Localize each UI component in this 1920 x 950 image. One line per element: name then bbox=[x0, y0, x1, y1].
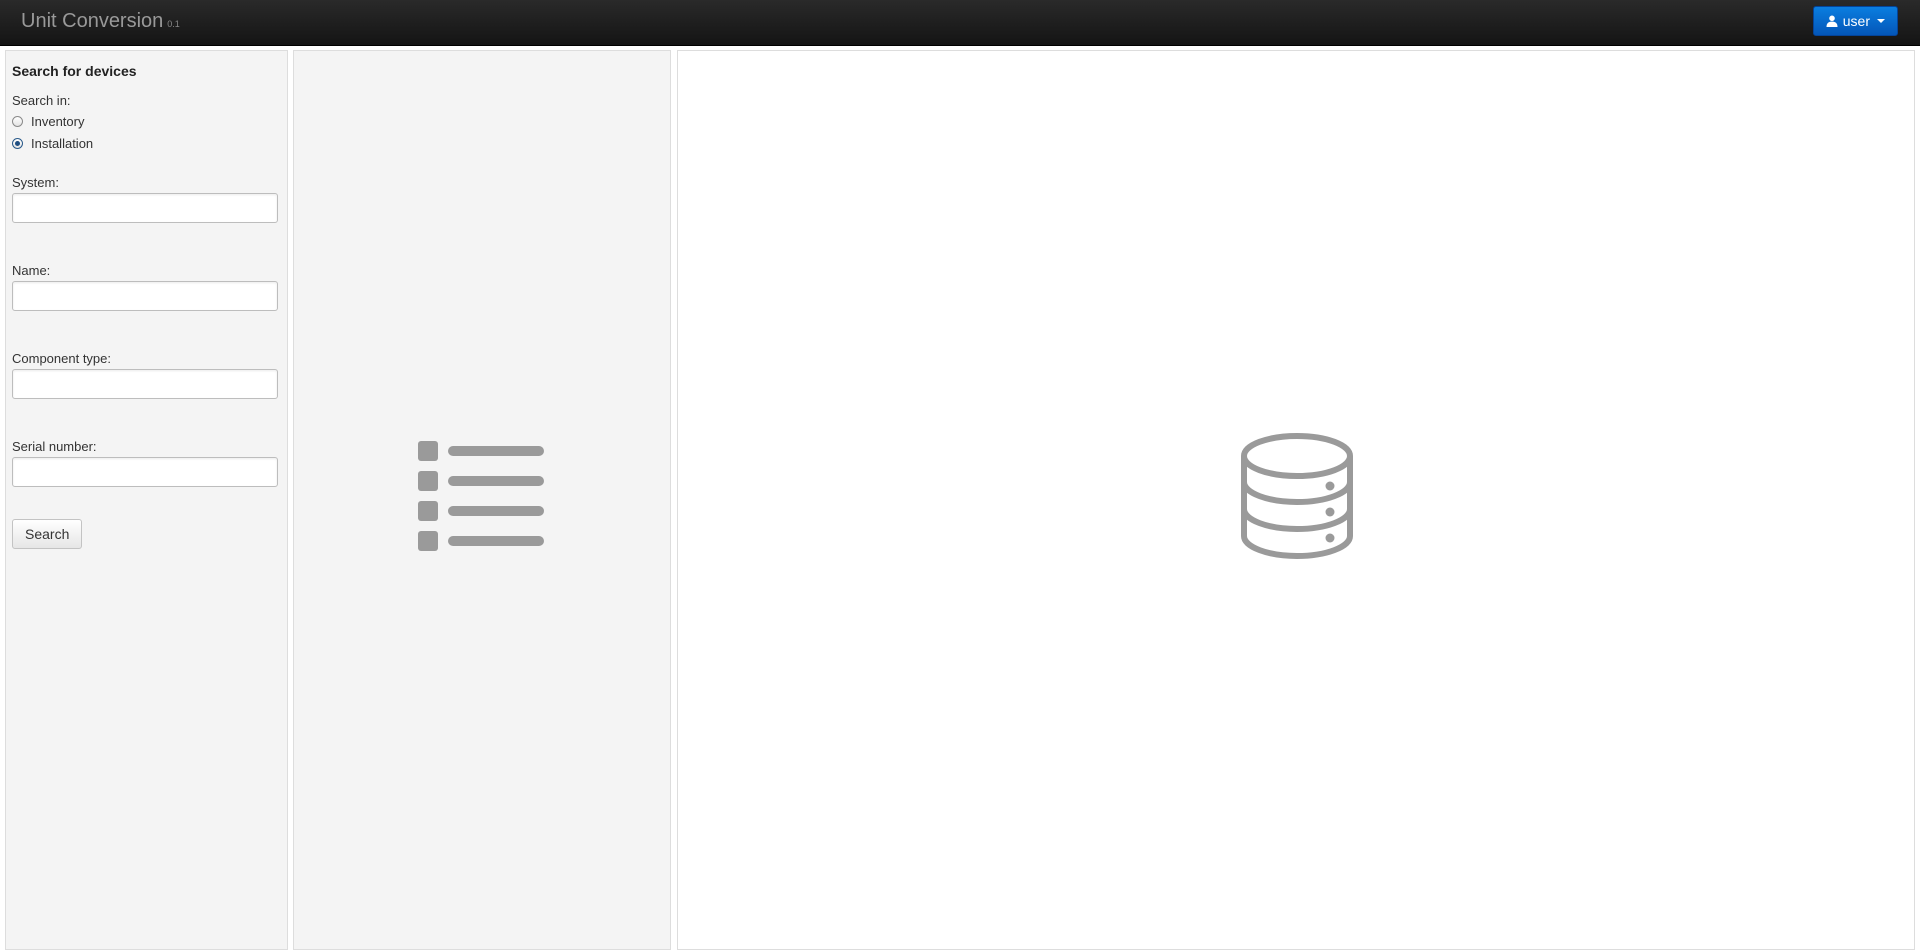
search-button[interactable]: Search bbox=[12, 519, 83, 549]
user-menu-button[interactable]: user bbox=[1812, 6, 1898, 36]
list-icon bbox=[418, 441, 544, 551]
app-brand[interactable]: Unit Conversion 0.1 bbox=[21, 10, 180, 33]
component-type-field-group: Component type: bbox=[12, 351, 280, 399]
system-label: System: bbox=[12, 175, 59, 190]
app-version: 0.1 bbox=[167, 19, 180, 29]
system-field-group: System: bbox=[12, 175, 280, 223]
search-title: Search for devices bbox=[12, 63, 137, 79]
radio-inventory-label: Inventory bbox=[31, 113, 85, 129]
search-form: Search for devices Search in: Inventory … bbox=[12, 63, 280, 549]
user-menu-label: user bbox=[1842, 13, 1870, 29]
device-detail-panel bbox=[677, 50, 1915, 950]
radio-installation[interactable] bbox=[12, 137, 23, 149]
name-label: Name: bbox=[12, 263, 51, 278]
component-type-label: Component type: bbox=[12, 351, 112, 366]
radio-option-inventory[interactable]: Inventory bbox=[12, 111, 280, 131]
radio-inventory[interactable] bbox=[12, 115, 23, 127]
serial-number-label: Serial number: bbox=[12, 439, 97, 454]
system-input[interactable] bbox=[12, 193, 278, 223]
top-navbar: Unit Conversion 0.1 user bbox=[0, 0, 1920, 46]
app-title: Unit Conversion bbox=[21, 10, 164, 32]
name-field-group: Name: bbox=[12, 263, 280, 311]
database-icon bbox=[1241, 433, 1353, 560]
chevron-down-icon bbox=[1877, 19, 1885, 23]
search-panel: Search for devices Search in: Inventory … bbox=[5, 50, 288, 950]
results-list-panel bbox=[293, 50, 671, 950]
serial-number-field-group: Serial number: bbox=[12, 439, 280, 487]
radio-option-installation[interactable]: Installation bbox=[12, 133, 280, 153]
search-in-label: Search in: bbox=[12, 93, 71, 108]
radio-installation-label: Installation bbox=[31, 135, 94, 151]
component-type-input[interactable] bbox=[12, 369, 278, 399]
serial-number-input[interactable] bbox=[12, 457, 278, 487]
name-input[interactable] bbox=[12, 281, 278, 311]
user-icon bbox=[1826, 15, 1838, 27]
